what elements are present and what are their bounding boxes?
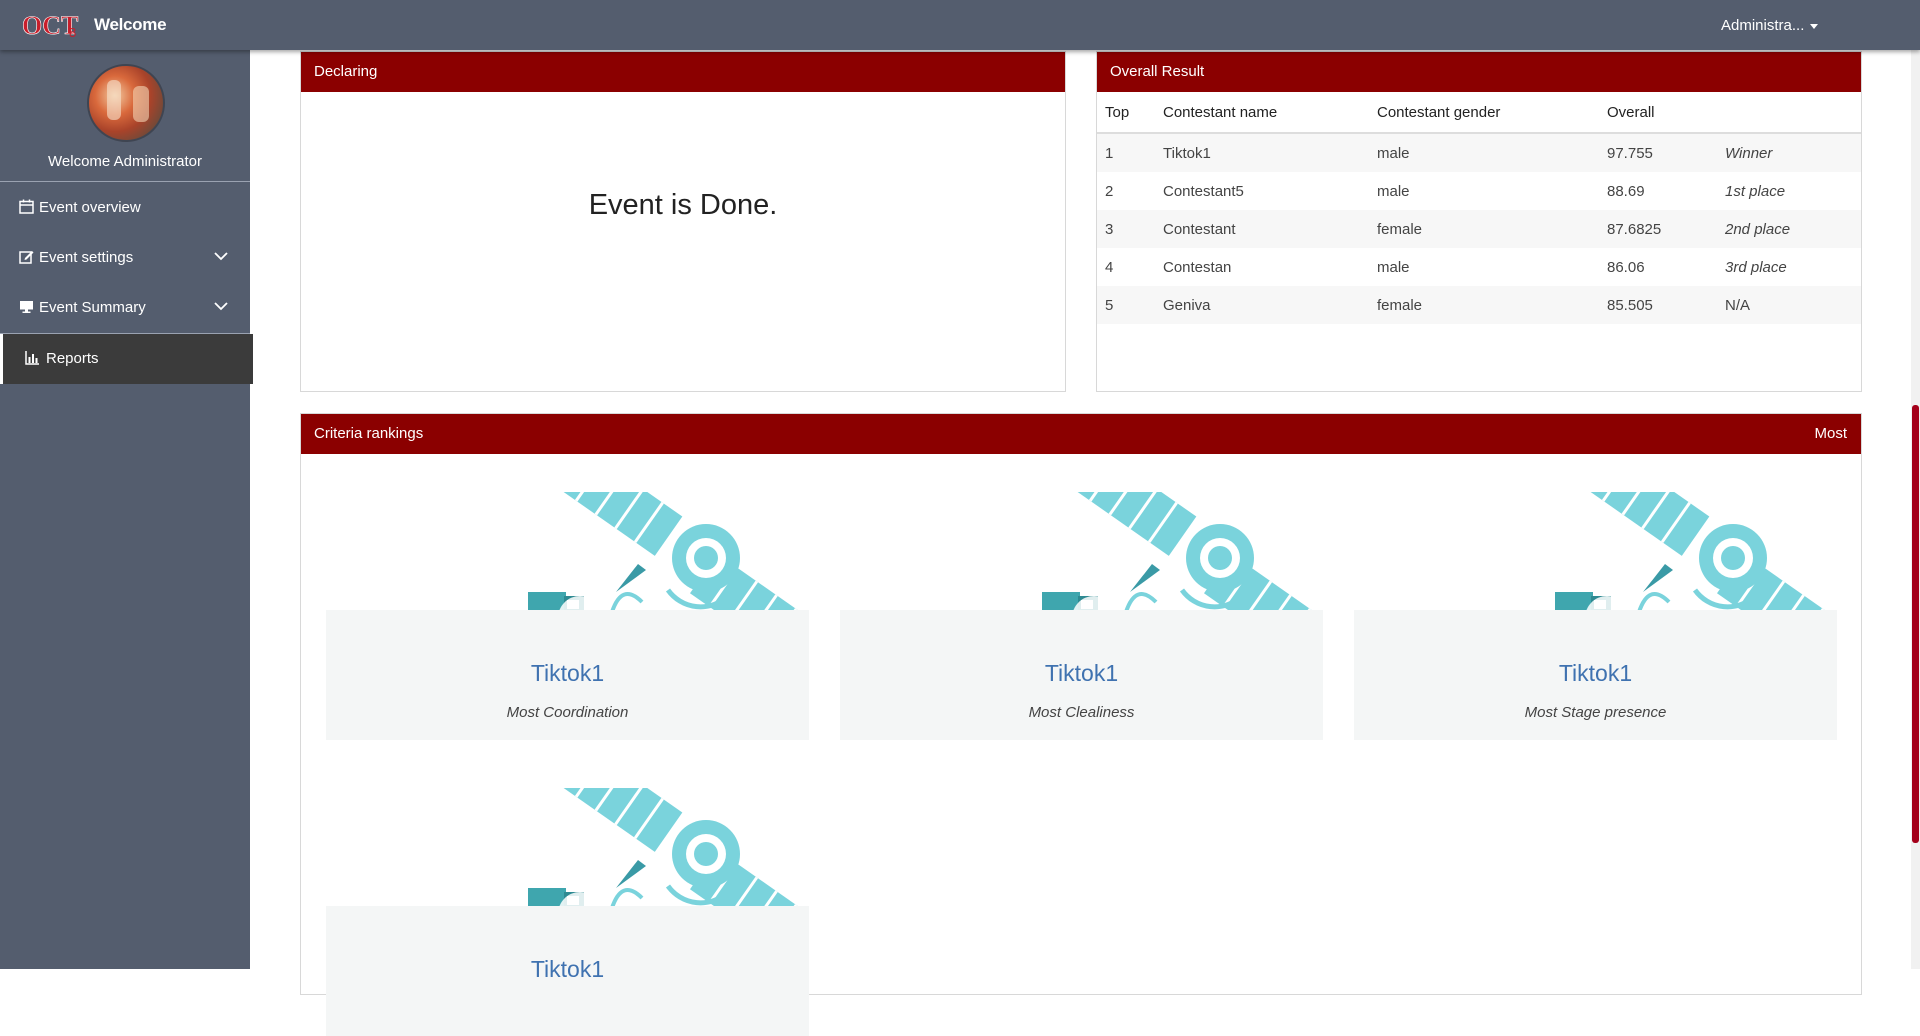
cell-place: 1st place bbox=[1725, 182, 1786, 200]
cell-place: N/A bbox=[1725, 286, 1861, 324]
declaring-panel-title: Declaring bbox=[314, 63, 378, 80]
cell-overall: 88.69 bbox=[1607, 182, 1645, 200]
sidebar-item-event-summary[interactable]: Event Summary bbox=[0, 283, 250, 333]
cell-place: 2nd place bbox=[1725, 210, 1861, 248]
cell-gender: male bbox=[1377, 182, 1410, 200]
ranking-card: Tiktok1 Most Clealiness bbox=[840, 610, 1323, 740]
edit-icon bbox=[19, 251, 34, 264]
app-logo-icon[interactable]: OCT 8 bbox=[22, 12, 80, 38]
chevron-down-icon bbox=[214, 302, 228, 311]
criteria-rankings-header: Criteria rankings Most bbox=[301, 414, 1861, 454]
cell-name: Contestan bbox=[1163, 258, 1232, 276]
cell-gender: male bbox=[1377, 133, 1607, 172]
overall-result-panel: Overall Result Top Contestant name Conte… bbox=[1096, 51, 1862, 392]
ranking-card-contestant[interactable]: Tiktok1 bbox=[1354, 660, 1837, 687]
table-row: 5 Geniva female 85.505 N/A bbox=[1097, 286, 1861, 324]
table-row: 3 Contestant female 87.6825 2nd place bbox=[1097, 210, 1861, 248]
calendar-icon bbox=[19, 199, 34, 214]
cell-overall: 86.06 bbox=[1607, 258, 1645, 276]
cell-top: 4 bbox=[1105, 258, 1114, 276]
ranking-card-award: Most Clealiness bbox=[1028, 704, 1135, 721]
cell-overall: 87.6825 bbox=[1607, 210, 1725, 248]
desktop-icon bbox=[20, 301, 33, 313]
ranking-card-contestant[interactable]: Tiktok1 bbox=[326, 956, 809, 983]
sidebar-item-label: Event settings bbox=[39, 249, 134, 266]
table-row: 4 Contestan male 86.06 3rd place bbox=[1097, 248, 1861, 286]
ranking-card-image bbox=[528, 492, 828, 618]
cell-name: Contestant bbox=[1163, 210, 1377, 248]
cell-gender: female bbox=[1377, 210, 1607, 248]
cell-top: 1 bbox=[1097, 133, 1163, 172]
sidebar-item-label: Reports bbox=[46, 350, 99, 367]
ranking-card-image bbox=[1555, 492, 1855, 618]
cell-top: 3 bbox=[1097, 210, 1163, 248]
criteria-rankings-title: Criteria rankings bbox=[314, 425, 424, 442]
column-header: Top bbox=[1097, 92, 1163, 134]
cell-gender: male bbox=[1377, 258, 1410, 276]
cell-gender: female bbox=[1377, 286, 1607, 324]
sidebar-item-event-overview[interactable]: Event overview bbox=[0, 183, 250, 233]
column-header bbox=[1725, 92, 1861, 134]
navbar-brand[interactable]: Welcome bbox=[94, 15, 167, 35]
table-row: 1 Tiktok1 male 97.755 Winner bbox=[1097, 133, 1861, 172]
ranking-card: Tiktok1 Most Coordination bbox=[326, 610, 809, 740]
ranking-card-contestant[interactable]: Tiktok1 bbox=[840, 660, 1323, 687]
cell-place: 3rd place bbox=[1725, 258, 1787, 276]
svg-text:8: 8 bbox=[69, 25, 76, 38]
declaring-panel: Declaring Event is Done. bbox=[300, 51, 1066, 392]
bar-chart-icon bbox=[25, 351, 39, 365]
criteria-rankings-panel: Criteria rankings Most Tiktok1 Most Coor… bbox=[300, 413, 1862, 1036]
overall-result-title: Overall Result bbox=[1110, 63, 1205, 80]
page-scrollbar-thumb[interactable] bbox=[1912, 405, 1919, 843]
cell-top: 2 bbox=[1105, 182, 1114, 200]
event-status-message: Event is Done. bbox=[588, 189, 778, 221]
user-menu-label: Administra... bbox=[1721, 17, 1805, 34]
cell-top: 5 bbox=[1097, 286, 1163, 324]
column-header: Contestant gender bbox=[1377, 92, 1607, 134]
ranking-card: Tiktok1 Most Stage presence bbox=[1354, 610, 1837, 740]
ranking-card-award: Most Coordination bbox=[506, 704, 629, 721]
overall-result-header: Overall Result bbox=[1097, 52, 1861, 92]
ranking-card-contestant[interactable]: Tiktok1 bbox=[326, 660, 809, 687]
column-header: Overall bbox=[1607, 92, 1725, 134]
sidebar-item-reports[interactable]: Reports bbox=[0, 334, 253, 384]
ranking-card-image bbox=[1042, 492, 1342, 618]
ranking-card-award: Most Stage presence bbox=[1524, 704, 1667, 721]
caret-down-icon bbox=[1810, 23, 1819, 29]
sidebar: Welcome Administrator Event overview Eve… bbox=[0, 50, 253, 969]
cell-place: Winner bbox=[1725, 133, 1861, 172]
chevron-down-icon bbox=[214, 252, 228, 261]
user-menu-dropdown[interactable]: Administra... bbox=[1721, 17, 1819, 34]
sidebar-welcome-text: Welcome Administrator bbox=[48, 153, 202, 170]
column-header: Contestant name bbox=[1163, 92, 1377, 134]
cell-name: Tiktok1 bbox=[1163, 133, 1377, 172]
declaring-panel-header: Declaring bbox=[301, 52, 1065, 92]
table-header-row: Top Contestant name Contestant gender Ov… bbox=[1097, 92, 1861, 134]
cell-name: Contestant5 bbox=[1163, 182, 1244, 200]
sidebar-item-label: Event Summary bbox=[39, 299, 146, 316]
table-row: 2 Contestant5 male 88.69 1st place bbox=[1097, 172, 1861, 210]
overall-result-table: Top Contestant name Contestant gender Ov… bbox=[1097, 92, 1861, 324]
avatar bbox=[87, 64, 165, 142]
cell-name: Geniva bbox=[1163, 286, 1377, 324]
cell-overall: 85.505 bbox=[1607, 286, 1725, 324]
top-navbar: OCT 8 Welcome Administra... bbox=[0, 0, 1920, 50]
criteria-rankings-filter[interactable]: Most bbox=[1814, 414, 1847, 454]
sidebar-item-label: Event overview bbox=[39, 199, 141, 216]
sidebar-divider bbox=[0, 181, 250, 182]
ranking-card-image bbox=[528, 788, 828, 914]
ranking-card: Tiktok1 bbox=[326, 906, 809, 1036]
cell-overall: 97.755 bbox=[1607, 133, 1725, 172]
sidebar-item-event-settings[interactable]: Event settings bbox=[0, 233, 250, 283]
